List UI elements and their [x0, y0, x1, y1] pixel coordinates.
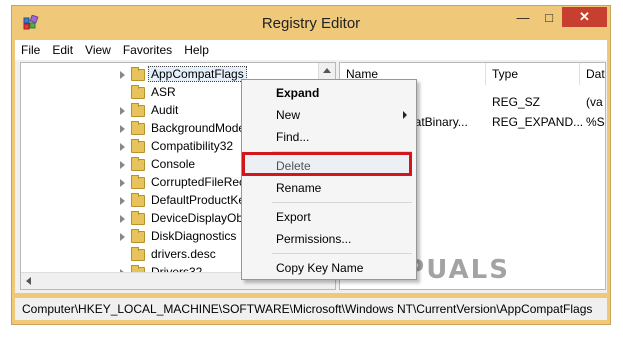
column-header-type[interactable]: Type — [486, 63, 580, 85]
title-bar[interactable]: Registry Editor — □ ✕ — [12, 6, 610, 40]
menu-file[interactable]: File — [21, 43, 40, 57]
menu-favorites[interactable]: Favorites — [123, 43, 172, 57]
menu-separator — [272, 202, 412, 203]
menu-view[interactable]: View — [85, 43, 111, 57]
tree-item-label: drivers.desc — [151, 247, 216, 261]
tree-item-label: CorruptedFileRec — [151, 175, 246, 189]
menu-item-copy-key-name[interactable]: Copy Key Name — [243, 257, 415, 279]
menu-item-new-label: New — [276, 108, 301, 122]
menu-item-permissions[interactable]: Permissions... — [243, 228, 415, 250]
expand-arrow-icon[interactable] — [120, 161, 125, 169]
expand-arrow-icon[interactable] — [120, 125, 125, 133]
status-bar-path: Computer\HKEY_LOCAL_MACHINE\SOFTWARE\Mic… — [15, 298, 607, 320]
delete-highlight-box — [242, 152, 412, 176]
value-type: REG_SZ — [492, 95, 541, 109]
menu-separator — [272, 253, 412, 254]
menu-item-expand[interactable]: Expand — [243, 82, 415, 104]
folder-icon — [131, 103, 145, 117]
menu-item-new[interactable]: New — [243, 104, 415, 126]
expand-arrow-icon[interactable] — [120, 197, 125, 205]
tree-item-label: AppCompatFlags — [148, 66, 247, 82]
expand-arrow-icon[interactable] — [120, 107, 125, 115]
folder-icon — [131, 121, 145, 135]
value-data: %S — [586, 115, 605, 129]
folder-icon — [131, 247, 145, 261]
menu-help[interactable]: Help — [184, 43, 209, 57]
folder-icon — [131, 229, 145, 243]
scroll-up-icon[interactable] — [323, 68, 331, 73]
tree-item-label: Compatibility32 — [151, 139, 234, 153]
scroll-left-icon[interactable] — [26, 277, 31, 285]
tree-item-label: ASR — [151, 85, 176, 99]
folder-icon — [131, 157, 145, 171]
menu-item-export[interactable]: Export — [243, 206, 415, 228]
folder-icon — [131, 139, 145, 153]
expand-arrow-icon[interactable] — [120, 71, 125, 79]
folder-icon — [131, 67, 145, 81]
menu-item-find[interactable]: Find... — [243, 126, 415, 148]
submenu-arrow-icon — [403, 111, 407, 119]
context-menu: Expand New Find... Delete Rename Export … — [241, 79, 417, 280]
folder-icon — [131, 175, 145, 189]
expand-arrow-icon[interactable] — [120, 233, 125, 241]
tree-item-label: DefaultProductKe — [151, 193, 246, 207]
value-type: REG_EXPAND... — [492, 115, 584, 129]
tree-item-label: Audit — [151, 103, 179, 117]
folder-icon — [131, 193, 145, 207]
tree-item-label: DeviceDisplayObj — [151, 211, 246, 225]
tree-item-label: Console — [151, 157, 196, 171]
folder-icon — [131, 85, 145, 99]
close-button[interactable]: ✕ — [562, 7, 607, 27]
menu-item-rename[interactable]: Rename — [243, 177, 415, 199]
menu-edit[interactable]: Edit — [52, 43, 73, 57]
tree-item-label: BackgroundMode — [151, 121, 246, 135]
minimize-button[interactable]: — — [510, 7, 536, 27]
column-header-data[interactable]: Dat — [580, 63, 605, 85]
expand-arrow-icon[interactable] — [120, 215, 125, 223]
menu-bar: File Edit View Favorites Help — [15, 40, 607, 60]
expand-arrow-icon[interactable] — [120, 179, 125, 187]
maximize-button[interactable]: □ — [536, 7, 562, 27]
value-data: (va — [586, 95, 603, 109]
folder-icon — [131, 211, 145, 225]
expand-arrow-icon[interactable] — [120, 143, 125, 151]
tree-item-label: DiskDiagnostics — [151, 229, 237, 243]
